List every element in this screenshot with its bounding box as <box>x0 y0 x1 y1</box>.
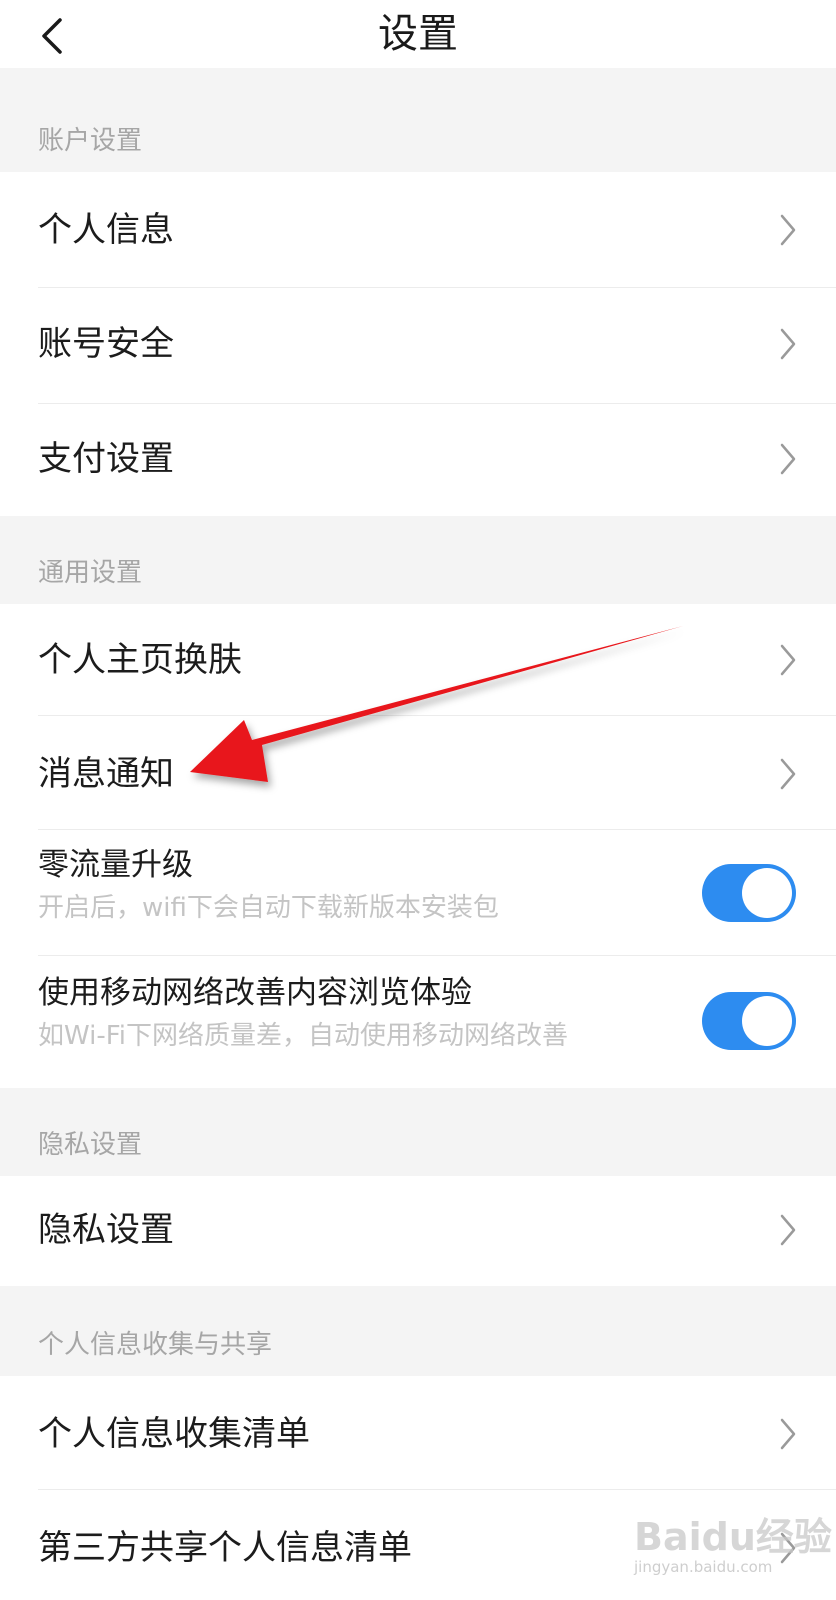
chevron-right-icon <box>780 443 796 475</box>
row-label: 个人信息 <box>38 210 174 250</box>
row-title: 使用移动网络改善内容浏览体验 <box>38 975 472 1011</box>
row-privacy-settings[interactable]: 隐私设置 <box>0 1176 836 1286</box>
baidu-watermark: Baidu经验 jingyan.baidu.com <box>634 1500 834 1600</box>
toggle-knob <box>742 868 792 918</box>
row-info-collection-list[interactable]: 个人信息收集清单 <box>0 1376 836 1490</box>
watermark-logo: Baidu经验 <box>634 1515 832 1559</box>
row-label: 账号安全 <box>38 324 174 364</box>
row-personal-info[interactable]: 个人信息 <box>0 172 836 288</box>
chevron-right-icon <box>780 214 796 246</box>
row-message-notify[interactable]: 消息通知 <box>0 716 836 830</box>
section-header-account: 账户设置 <box>38 125 143 156</box>
section-header-privacy: 隐私设置 <box>38 1129 143 1160</box>
row-zero-traffic-upgrade: 零流量升级 开启后，wifi下会自动下载新版本安装包 <box>0 830 836 956</box>
row-label: 个人信息收集清单 <box>38 1414 310 1454</box>
chevron-right-icon <box>780 644 796 676</box>
section-header-personal-info: 个人信息收集与共享 <box>38 1329 273 1360</box>
row-homepage-skin[interactable]: 个人主页换肤 <box>0 604 836 716</box>
watermark-url: jingyan.baidu.com <box>634 1558 773 1576</box>
zero-traffic-toggle[interactable] <box>702 864 796 922</box>
row-label: 消息通知 <box>38 754 174 794</box>
row-label: 支付设置 <box>38 439 174 479</box>
chevron-right-icon <box>780 1418 796 1450</box>
row-payment-settings[interactable]: 支付设置 <box>0 404 836 516</box>
mobile-network-toggle[interactable] <box>702 992 796 1050</box>
row-subtitle: 开启后，wifi下会自动下载新版本安装包 <box>38 893 499 923</box>
page-title: 设置 <box>378 11 458 57</box>
row-label: 个人主页换肤 <box>38 640 242 680</box>
navigation-bar: 设置 <box>0 0 836 68</box>
row-account-security[interactable]: 账号安全 <box>0 288 836 404</box>
row-subtitle: 如Wi-Fi下网络质量差，自动使用移动网络改善 <box>38 1021 569 1051</box>
chevron-right-icon <box>780 328 796 360</box>
toggle-knob <box>742 996 792 1046</box>
chevron-right-icon <box>780 758 796 790</box>
chevron-right-icon <box>780 1214 796 1246</box>
row-title: 零流量升级 <box>38 847 193 883</box>
section-header-general: 通用设置 <box>38 557 143 588</box>
row-label: 第三方共享个人信息清单 <box>38 1528 412 1568</box>
row-mobile-network: 使用移动网络改善内容浏览体验 如Wi-Fi下网络质量差，自动使用移动网络改善 <box>0 956 836 1088</box>
row-label: 隐私设置 <box>38 1210 174 1250</box>
